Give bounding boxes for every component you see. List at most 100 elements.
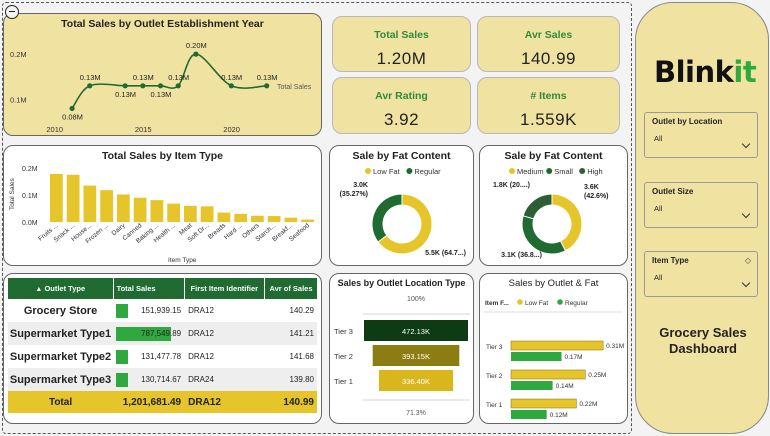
cell-total-avg: 140.99: [264, 391, 317, 413]
x-tick-label: 2020: [223, 125, 240, 134]
cell-total-sales: 151,939.15: [113, 299, 184, 322]
donut-slice: [522, 193, 553, 220]
sales-databar: [116, 349, 129, 364]
slicer-label: Item Type: [652, 256, 689, 265]
kpi-total-sales[interactable]: Total Sales 1.20M: [332, 16, 471, 72]
table-row[interactable]: Supermarket Type2 131,477.78 DRA12 141.68: [8, 345, 317, 368]
data-point: [175, 83, 181, 89]
data-point: [87, 83, 93, 89]
bar: [83, 185, 97, 222]
kpi-value: 1.559K: [520, 110, 577, 129]
clear-filter-icon[interactable]: ◇: [745, 256, 751, 265]
legend-label: High: [587, 167, 602, 176]
fat-content-card[interactable]: Sale by Fat Content Low Fat Regular 5.5K (…: [329, 145, 474, 266]
data-label: 0.13M: [115, 90, 136, 99]
donut-slice: [521, 215, 567, 255]
x-tick-label: Hard ...: [223, 222, 244, 241]
outlet-type-table: ▲ Outlet Type Total Sales First Item Ide…: [8, 278, 317, 413]
bar: [234, 213, 247, 222]
col-first-item[interactable]: First Item Identifier: [184, 278, 265, 299]
size-title: Sale by Fat Content: [504, 150, 603, 162]
y-tick-label: 0.1M: [10, 95, 27, 104]
data-label: 0.12M: [550, 412, 568, 419]
kpi-value: 140.99: [521, 49, 576, 68]
slice-label: 1.8K (20....): [493, 182, 530, 189]
kpi-value: 1.20M: [376, 49, 427, 68]
slicer-label: Outlet Size: [652, 187, 694, 196]
location-funnel-card[interactable]: Sales by Outlet Location Type 100% 472.13…: [329, 273, 474, 424]
funnel-value-label: 393.15K: [402, 352, 430, 361]
kpi-items[interactable]: # Items 1.559K: [477, 77, 620, 134]
legend-marker: [546, 168, 553, 174]
kpi-avr-rating[interactable]: Avr Rating 3.92: [332, 77, 471, 134]
legend-label: Low Fat: [525, 300, 548, 307]
legend-label: Low Fat: [373, 167, 401, 176]
cell-total-first: DRA12: [184, 391, 265, 413]
table-row[interactable]: Grocery Store 151,939.15 DRA12 140.29: [8, 299, 317, 322]
data-label: 0.20M: [186, 41, 207, 50]
slicer-outlet-location[interactable]: Outlet by Location All: [644, 112, 758, 158]
col-total-sales[interactable]: Total Sales: [113, 278, 185, 299]
col-avr-sales[interactable]: Avr of Sales: [264, 278, 317, 299]
bar: [510, 398, 577, 409]
funnel-top-label: 100%: [407, 296, 425, 303]
sales-databar: [116, 303, 129, 318]
cell-first-item: DRA12: [188, 352, 214, 361]
legend-label: Regular: [565, 300, 589, 307]
bar: [251, 215, 264, 222]
y-tick-label: Tier 3: [486, 344, 503, 351]
cell-total-sales: 131,477.78: [113, 345, 184, 368]
cell-total-label: Total: [8, 391, 114, 413]
fat-donut-chart: Low Fat Regular 5.5K (64.7...) 3.0K (35.27%): [340, 167, 466, 257]
table-row[interactable]: Supermarket Type3 130,714.67 DRA24 139.80: [8, 368, 317, 391]
sidebar: Blinkit Outlet by Location All Outlet Si…: [635, 2, 769, 434]
x-tick-label: 2015: [135, 125, 152, 134]
cell-outlet-type: Grocery Store: [23, 304, 98, 317]
data-label: 0.13M: [80, 73, 101, 82]
kpi-avr-sales[interactable]: Avr Sales 140.99: [477, 16, 620, 72]
legend-title: Item F...: [485, 300, 509, 307]
bar: [133, 197, 147, 222]
data-point: [193, 51, 199, 57]
slice-label: (42.6%): [584, 193, 609, 200]
sales-by-year-card[interactable]: Total Sales by Outlet Establishment Year…: [3, 13, 322, 136]
legend-marker: [579, 168, 586, 174]
location-title: Sales by Outlet Location Type: [337, 278, 466, 288]
kpi-label: Total Sales: [374, 29, 429, 41]
bar: [284, 217, 298, 222]
slicer-outlet-size[interactable]: Outlet Size All: [644, 182, 758, 228]
data-label: 0.13M: [168, 73, 189, 82]
data-label: 0.13M: [133, 73, 154, 82]
y-tick-label: Tier 1: [486, 402, 503, 409]
bar: [184, 205, 197, 222]
dashboard-title: Grocery Sales Dashboard: [659, 325, 747, 356]
series-label: Total Sales: [277, 84, 312, 91]
y-tick-label: 0.1M: [22, 193, 38, 200]
legend-marker: [557, 299, 563, 305]
outlet-type-table-card[interactable]: ▲ Outlet Type Total Sales First Item Ide…: [3, 273, 322, 424]
legend-label: Regular: [414, 167, 441, 176]
kpi-label: # Items: [530, 90, 567, 102]
table-total-row: Total 1,201,681.49 DRA12 140.99: [8, 391, 317, 413]
funnel-value-label: 472.13K: [402, 327, 430, 336]
sales-by-year-title: Total Sales by Outlet Establishment Year: [61, 18, 264, 30]
outlet-fat-card[interactable]: Sales by Outlet & Fat Item F... Low Fat Re…: [479, 273, 628, 424]
data-point: [264, 83, 270, 89]
cell-first-item: DRA12: [184, 322, 265, 345]
bar: [267, 216, 281, 222]
bar: [117, 194, 130, 222]
slicer-item-type[interactable]: Item Type All ◇: [644, 251, 758, 297]
sales-by-item-type-card[interactable]: Total Sales by Item Type 0.0M 0.1M 0.2M Tot…: [3, 145, 322, 266]
bar: [511, 410, 547, 419]
slicer-value: All: [654, 134, 663, 143]
focus-icon[interactable]: [5, 5, 19, 19]
table-row[interactable]: Supermarket Type1 787,549.89 DRA12 141.21: [8, 322, 317, 345]
funnel-category-label: Tier 2: [334, 352, 353, 361]
slicer-label: Outlet by Location: [652, 117, 723, 126]
col-outlet-type[interactable]: ▲ Outlet Type: [8, 278, 114, 299]
y-tick-label: Tier 2: [486, 373, 503, 380]
outlet-size-card[interactable]: Sale by Fat Content Medium Small High 3.6K (…: [479, 145, 628, 266]
bar: [510, 340, 604, 351]
y-tick-label: 0.0M: [22, 220, 38, 227]
cell-first-item: DRA12: [188, 306, 214, 315]
